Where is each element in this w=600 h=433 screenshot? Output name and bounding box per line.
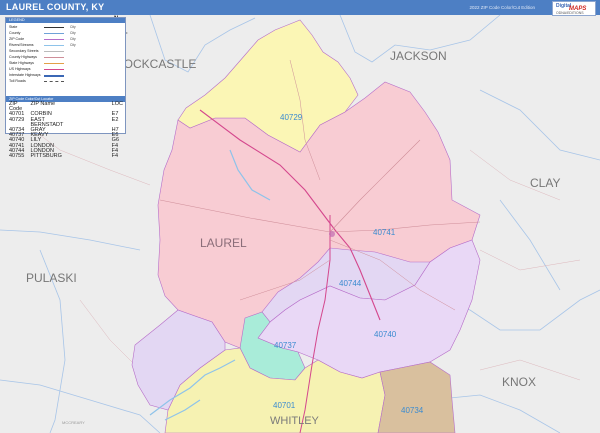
london-city-dot [329, 231, 335, 237]
legend-swatch-county [44, 33, 64, 34]
legend-row-state: State [9, 25, 18, 29]
legend-city-3: City [70, 37, 76, 41]
legend-swatch-rivers [44, 45, 64, 46]
legend-swatch-state [44, 27, 64, 28]
county-label-laurel: LAUREL [200, 236, 247, 250]
county-label-pulaski: PULASKI [26, 271, 77, 285]
zip-label-40740: 40740 [374, 330, 397, 339]
legend-row-us-hwy: US Highways [9, 67, 31, 71]
legend-city-1: City [70, 25, 76, 29]
legend-swatch-secondary [44, 51, 64, 52]
legend-swatch-state-hwy [44, 63, 64, 64]
legend-row-toll: Toll Roads [9, 79, 26, 83]
legend-city-4: City [70, 43, 76, 47]
table-row: 40729 EAST BERNSTADT E2 [9, 117, 125, 128]
county-label-knox: KNOX [502, 375, 537, 389]
legend-swatch-county-hwy [44, 57, 64, 58]
table-cell-name: PITTSBURG [30, 153, 62, 160]
county-label-rockcastle: ROCKCASTLE [115, 57, 197, 71]
brand-logo[interactable]: Digital MAPS ODNA/EDITIONS [552, 1, 596, 16]
zip-label-40734: 40734 [401, 406, 424, 415]
legend-row-interstate: Interstate Highways [9, 73, 41, 77]
legend-panel: LEGEND State County ZIP Code Rivers/Stre… [5, 17, 126, 159]
county-label-jackson: JACKSON [390, 49, 447, 63]
zip-locator-table: ZIP Code ZIP Name LOC 40701 CORBIN E7 40… [9, 101, 125, 160]
zip-label-40737: 40737 [274, 341, 297, 350]
county-label-whitley: WHITLEY [270, 415, 319, 427]
table-cell-zip: 40755 [9, 153, 25, 160]
zip-label-40741: 40741 [373, 228, 396, 237]
legend-row-zip: ZIP Code [9, 37, 25, 41]
map-frame: ROCKCASTLE JACKSON CLAY LAUREL PULASKI K… [0, 0, 600, 433]
legend-swatch-zip [44, 39, 64, 40]
legend-swatch-us-hwy [44, 69, 64, 70]
table-cell-loc: F4 [111, 153, 119, 160]
edition-label: 2022 ZIP Code Color/Cut Edition [469, 5, 535, 10]
zip-label-40744: 40744 [339, 279, 362, 288]
county-label-mccreary: MCCREARY [62, 420, 85, 425]
zip-table-header: ZIP Code ZIP Name LOC [9, 101, 125, 112]
zip-label-40729: 40729 [280, 113, 303, 122]
zip-area-40734[interactable] [377, 361, 456, 433]
legend-row-state-hwy: State Highways [9, 61, 34, 65]
logo-sub-text: ODNA/EDITIONS [556, 11, 584, 15]
legend-row-rivers: Rivers/Streams [9, 43, 34, 47]
table-row: 40755 PITTSBURG F4 [9, 153, 125, 160]
legend-row-county: County [9, 31, 21, 35]
title-bar: LAUREL COUNTY, KY 2022 ZIP Code Color/Cu… [0, 0, 600, 15]
legend-row-secondary: Secondary Streets [9, 49, 39, 53]
zip-label-40701: 40701 [273, 401, 296, 410]
legend-title: LEGEND [6, 18, 125, 23]
legend-city-2: City [70, 31, 76, 35]
legend-swatch-interstate [44, 75, 64, 77]
map-title: LAUREL COUNTY, KY [6, 2, 105, 12]
legend-row-county-hwy: County Highways [9, 55, 37, 59]
legend-swatch-toll [44, 81, 64, 82]
county-label-clay: CLAY [530, 176, 561, 190]
